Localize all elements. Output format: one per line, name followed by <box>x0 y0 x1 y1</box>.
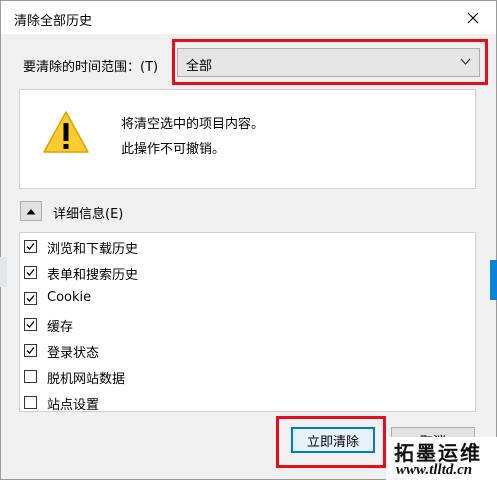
checkbox-browse-download-history[interactable] <box>24 240 37 253</box>
background-edge-left <box>0 257 7 287</box>
warning-icon <box>43 111 89 153</box>
watermark: 拓墨运维 www.tlltd.cn <box>386 437 497 480</box>
item-label: 缓存 <box>47 320 74 335</box>
close-icon <box>467 12 479 23</box>
list-item[interactable]: 脱机网站数据 <box>24 366 464 388</box>
list-item[interactable]: 登录状态 <box>24 340 464 362</box>
checkbox-offline-site-data[interactable] <box>24 370 37 383</box>
time-range-select[interactable]: 全部 <box>177 48 480 77</box>
checkbox-form-search-history[interactable] <box>24 266 37 279</box>
time-range-value: 全部 <box>186 59 213 74</box>
item-label: 登录状态 <box>47 346 100 361</box>
list-item[interactable]: 站点设置 <box>24 392 464 414</box>
warning-text-line1: 将清空选中的项目内容。 <box>121 117 265 132</box>
item-label: 表单和搜索历史 <box>47 268 139 283</box>
checkmark-icon <box>26 347 35 354</box>
details-label: 详细信息(E) <box>53 207 124 222</box>
details-toggle-button[interactable] <box>20 201 42 221</box>
warning-panel: 将清空选中的项目内容。 此操作不可撤销。 <box>19 89 476 189</box>
item-label: Cookie <box>47 290 92 305</box>
watermark-text-bottom: www.tlltd.cn <box>396 462 473 478</box>
clear-now-button[interactable]: 立即清除 <box>291 427 375 453</box>
checkmark-icon <box>26 243 35 250</box>
list-item[interactable]: 浏览和下载历史 <box>24 236 464 258</box>
list-item[interactable]: 表单和搜索历史 <box>24 262 464 284</box>
history-items-list: 浏览和下载历史 表单和搜索历史 Cookie 缓存 登录状态 脱机网站数据 站点… <box>19 232 476 414</box>
item-label: 脱机网站数据 <box>47 372 126 387</box>
background-edge-right <box>490 260 497 300</box>
dialog-title: 清除全部历史 <box>14 14 93 29</box>
checkmark-icon <box>26 269 35 276</box>
checkbox-cookie[interactable] <box>24 292 37 305</box>
chevron-up-icon <box>26 208 36 214</box>
checkbox-cache[interactable] <box>24 318 37 331</box>
list-item[interactable]: Cookie <box>24 288 464 310</box>
warning-text-line2: 此操作不可撤销。 <box>121 142 226 157</box>
item-label: 站点设置 <box>47 398 100 413</box>
checkbox-site-settings[interactable] <box>24 396 37 409</box>
time-range-label: 要清除的时间范围：(T) <box>23 60 159 75</box>
item-label: 浏览和下载历史 <box>47 242 139 257</box>
list-item[interactable]: 缓存 <box>24 314 464 336</box>
checkmark-icon <box>26 295 35 302</box>
title-bar: 清除全部历史 <box>1 1 496 34</box>
chevron-down-icon <box>460 58 471 65</box>
checkmark-icon <box>26 321 35 328</box>
close-button[interactable] <box>453 1 493 34</box>
checkbox-login-state[interactable] <box>24 344 37 357</box>
clear-history-dialog: 清除全部历史 要清除的时间范围：(T) 全部 将清空选中的项目内容。 此操作不可… <box>0 0 497 480</box>
